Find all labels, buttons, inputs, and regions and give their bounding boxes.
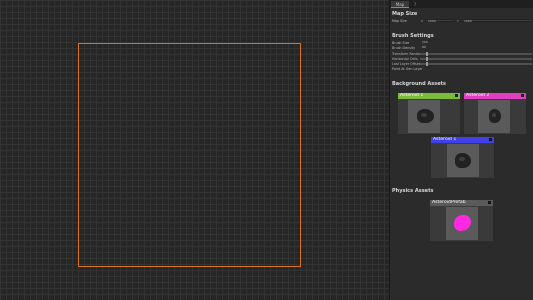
horizontal-cells-label: Horizontal Cells <box>392 57 418 61</box>
map-size-x-field[interactable]: 1000 <box>425 19 455 23</box>
paint-at-gen-layer-label: Paint At Gen Layer <box>392 67 423 71</box>
scene-view-grid[interactable] <box>0 0 389 300</box>
inspector-panel: Map ? Map Size Map Size X 1000 Y 1000 Br… <box>389 0 533 300</box>
asset-thumbnail <box>446 207 478 240</box>
asset-enable-checkbox[interactable] <box>489 138 492 141</box>
map-size-y-axis: Y <box>457 19 459 23</box>
map-bounds-outline <box>78 43 301 267</box>
asset-thumbnail <box>447 144 479 177</box>
last-layer-offset-slider[interactable] <box>420 62 532 66</box>
brush-density-label: Brush Density <box>392 46 416 50</box>
background-assets-title: Background Assets <box>392 81 446 87</box>
slider-thumb[interactable] <box>425 52 428 56</box>
transform-random-label: Transform Random <box>392 52 424 56</box>
asset-enable-checkbox[interactable] <box>488 201 491 204</box>
asset-card-header: Asteroid 2 <box>464 93 526 99</box>
brush-settings-title: Brush Settings <box>392 33 434 39</box>
last-layer-offset-label: Last Layer Offset <box>392 62 421 66</box>
tab-second[interactable]: ? <box>410 1 420 8</box>
asset-enable-checkbox[interactable] <box>455 94 458 97</box>
asset-card-header: AsteroidPrefab <box>430 200 493 206</box>
asteroid-icon <box>417 109 434 123</box>
background-asset-card[interactable]: Asteroid 1 <box>398 93 460 134</box>
map-size-y-field[interactable]: 1000 <box>461 19 533 23</box>
map-size-label: Map Size <box>392 19 407 23</box>
asset-card-header: Asteroid 1 <box>431 137 494 143</box>
map-size-title: Map Size <box>392 11 418 17</box>
background-asset-card[interactable]: Asteroid 2 <box>464 93 526 134</box>
brush-density-value[interactable]: 80 <box>420 46 434 49</box>
asset-thumbnail <box>408 100 440 133</box>
background-asset-card[interactable]: Asteroid 1 <box>431 137 494 178</box>
asset-card-header: Asteroid 1 <box>398 93 460 99</box>
brush-size-value[interactable]: 200 <box>420 41 434 44</box>
transform-random-slider[interactable] <box>420 52 532 56</box>
asset-thumbnail <box>478 100 510 133</box>
horizontal-cells-slider[interactable] <box>420 57 532 61</box>
asset-enable-checkbox[interactable] <box>521 94 524 97</box>
asteroid-icon <box>489 109 501 123</box>
physics-assets-title: Physics Assets <box>392 188 434 194</box>
slider-thumb[interactable] <box>425 62 428 66</box>
slider-thumb[interactable] <box>425 57 428 61</box>
tab-bar: Map ? <box>390 0 533 8</box>
brush-size-label: Brush Size <box>392 41 410 45</box>
asteroid-icon <box>455 153 471 168</box>
asteroid-prefab-icon <box>454 215 471 231</box>
tab-map[interactable]: Map <box>391 1 409 8</box>
map-size-x-axis: X <box>421 19 424 23</box>
physics-asset-card[interactable]: AsteroidPrefab <box>430 200 493 241</box>
